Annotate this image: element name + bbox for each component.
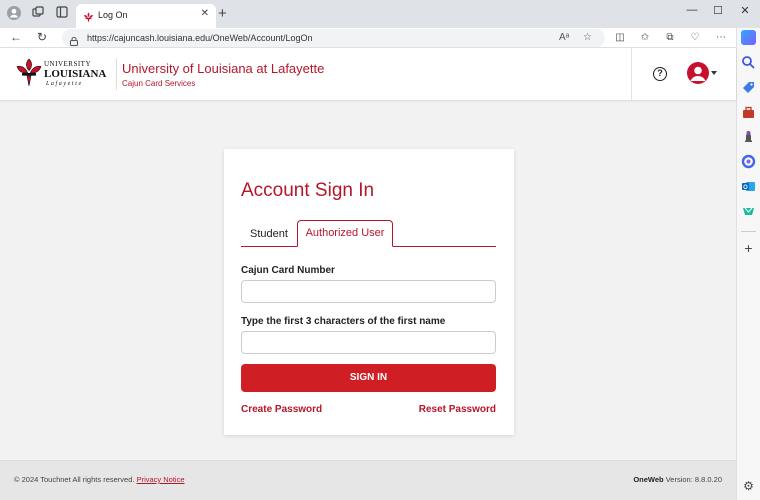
- url-field[interactable]: https://cajuncash.louisiana.edu/OneWeb/A…: [62, 29, 605, 47]
- svg-text:O: O: [743, 185, 748, 191]
- more-options-icon[interactable]: ⋯: [714, 32, 728, 43]
- header-right-divider: [631, 48, 632, 100]
- lock-icon[interactable]: [70, 33, 78, 46]
- microsoft-365-icon[interactable]: [741, 154, 756, 169]
- add-sidebar-app-icon[interactable]: +: [741, 241, 756, 256]
- outlook-icon[interactable]: O: [741, 179, 756, 194]
- url-text: https://cajuncash.louisiana.edu/OneWeb/A…: [87, 33, 313, 43]
- workspaces-icon[interactable]: [30, 6, 46, 22]
- sidebar-settings-gear-icon[interactable]: ⚙: [741, 479, 756, 494]
- fleur-de-lis-logo-icon: [16, 58, 42, 88]
- back-arrow-icon[interactable]: ←: [9, 30, 23, 44]
- help-icon[interactable]: ?: [653, 67, 667, 81]
- logo-text-lafayette: Lafayette: [46, 81, 83, 87]
- first-name-label: Type the first 3 characters of the first…: [241, 316, 446, 327]
- first-name-input[interactable]: [241, 331, 496, 354]
- shopping-tag-icon[interactable]: [741, 80, 756, 95]
- user-avatar-icon[interactable]: [687, 62, 709, 84]
- site-footer: © 2024 Touchnet All rights reserved. Pri…: [0, 460, 736, 500]
- chevron-down-icon[interactable]: [711, 71, 717, 75]
- copilot-icon[interactable]: [741, 30, 756, 45]
- tab-student[interactable]: Student: [241, 221, 297, 247]
- version-text: Version: 8.8.0.20: [665, 475, 722, 484]
- close-window-button[interactable]: ✕: [738, 4, 752, 17]
- card-number-input[interactable]: [241, 280, 496, 303]
- oneweb-brand: OneWeb: [633, 475, 664, 484]
- read-aloud-icon[interactable]: Aᵃ: [559, 32, 569, 43]
- close-tab-icon[interactable]: ✕: [201, 8, 209, 19]
- page-content: UNIVERSITY LOUISIANA Lafayette Universit…: [0, 48, 736, 500]
- collections-icon[interactable]: ⧉: [663, 32, 677, 43]
- tab-actions-icon[interactable]: [54, 6, 70, 22]
- tab-title: Log On: [98, 10, 128, 20]
- logo-text-louisiana: LOUISIANA: [44, 68, 107, 80]
- profile-icon[interactable]: [6, 6, 22, 22]
- create-password-link[interactable]: Create Password: [241, 404, 322, 415]
- fleur-de-lis-favicon-icon: [83, 10, 94, 23]
- tab-authorized-user[interactable]: Authorized User: [297, 220, 393, 247]
- browser-tab-bar: Log On ✕ + — ☐ ✕: [0, 0, 760, 28]
- sidebar-divider: [741, 231, 756, 232]
- browser-address-bar: ← ↻ https://cajuncash.louisiana.edu/OneW…: [0, 28, 736, 48]
- minimize-button[interactable]: —: [685, 4, 699, 16]
- sign-in-card: Account Sign In Student Authorized User …: [224, 149, 514, 435]
- refresh-icon[interactable]: ↻: [35, 30, 49, 44]
- privacy-notice-link[interactable]: Privacy Notice: [137, 475, 185, 484]
- copyright-text: © 2024 Touchnet All rights reserved.: [14, 475, 135, 484]
- site-title: University of Louisiana at Lafayette: [122, 61, 325, 76]
- favorites-icon[interactable]: ✩: [638, 32, 652, 43]
- reset-password-link[interactable]: Reset Password: [419, 404, 496, 415]
- tools-icon[interactable]: [741, 105, 756, 120]
- new-tab-button[interactable]: +: [218, 5, 227, 22]
- footer-copyright: © 2024 Touchnet All rights reserved. Pri…: [14, 475, 185, 484]
- drop-icon[interactable]: [741, 204, 756, 219]
- browser-tab-logon[interactable]: Log On ✕: [76, 4, 216, 28]
- card-number-label: Cajun Card Number: [241, 265, 335, 276]
- split-screen-icon[interactable]: ◫: [613, 32, 627, 43]
- sign-in-button[interactable]: SIGN IN: [241, 364, 496, 392]
- search-icon[interactable]: [741, 55, 756, 70]
- footer-version: OneWeb Version: 8.8.0.20: [633, 475, 722, 484]
- site-header: UNIVERSITY LOUISIANA Lafayette Universit…: [0, 48, 736, 100]
- browser-essentials-icon[interactable]: ♡: [688, 32, 702, 43]
- logo-text-university: UNIVERSITY: [44, 60, 91, 68]
- browser-sidebar: O + ⚙: [736, 28, 760, 500]
- header-divider: [116, 58, 117, 90]
- maximize-button[interactable]: ☐: [711, 4, 725, 17]
- games-icon[interactable]: [741, 129, 756, 144]
- sign-in-title: Account Sign In: [241, 180, 375, 201]
- site-subtitle: Cajun Card Services: [122, 79, 196, 88]
- university-logo[interactable]: UNIVERSITY LOUISIANA Lafayette: [16, 56, 106, 90]
- favorite-star-icon[interactable]: ☆: [583, 32, 592, 43]
